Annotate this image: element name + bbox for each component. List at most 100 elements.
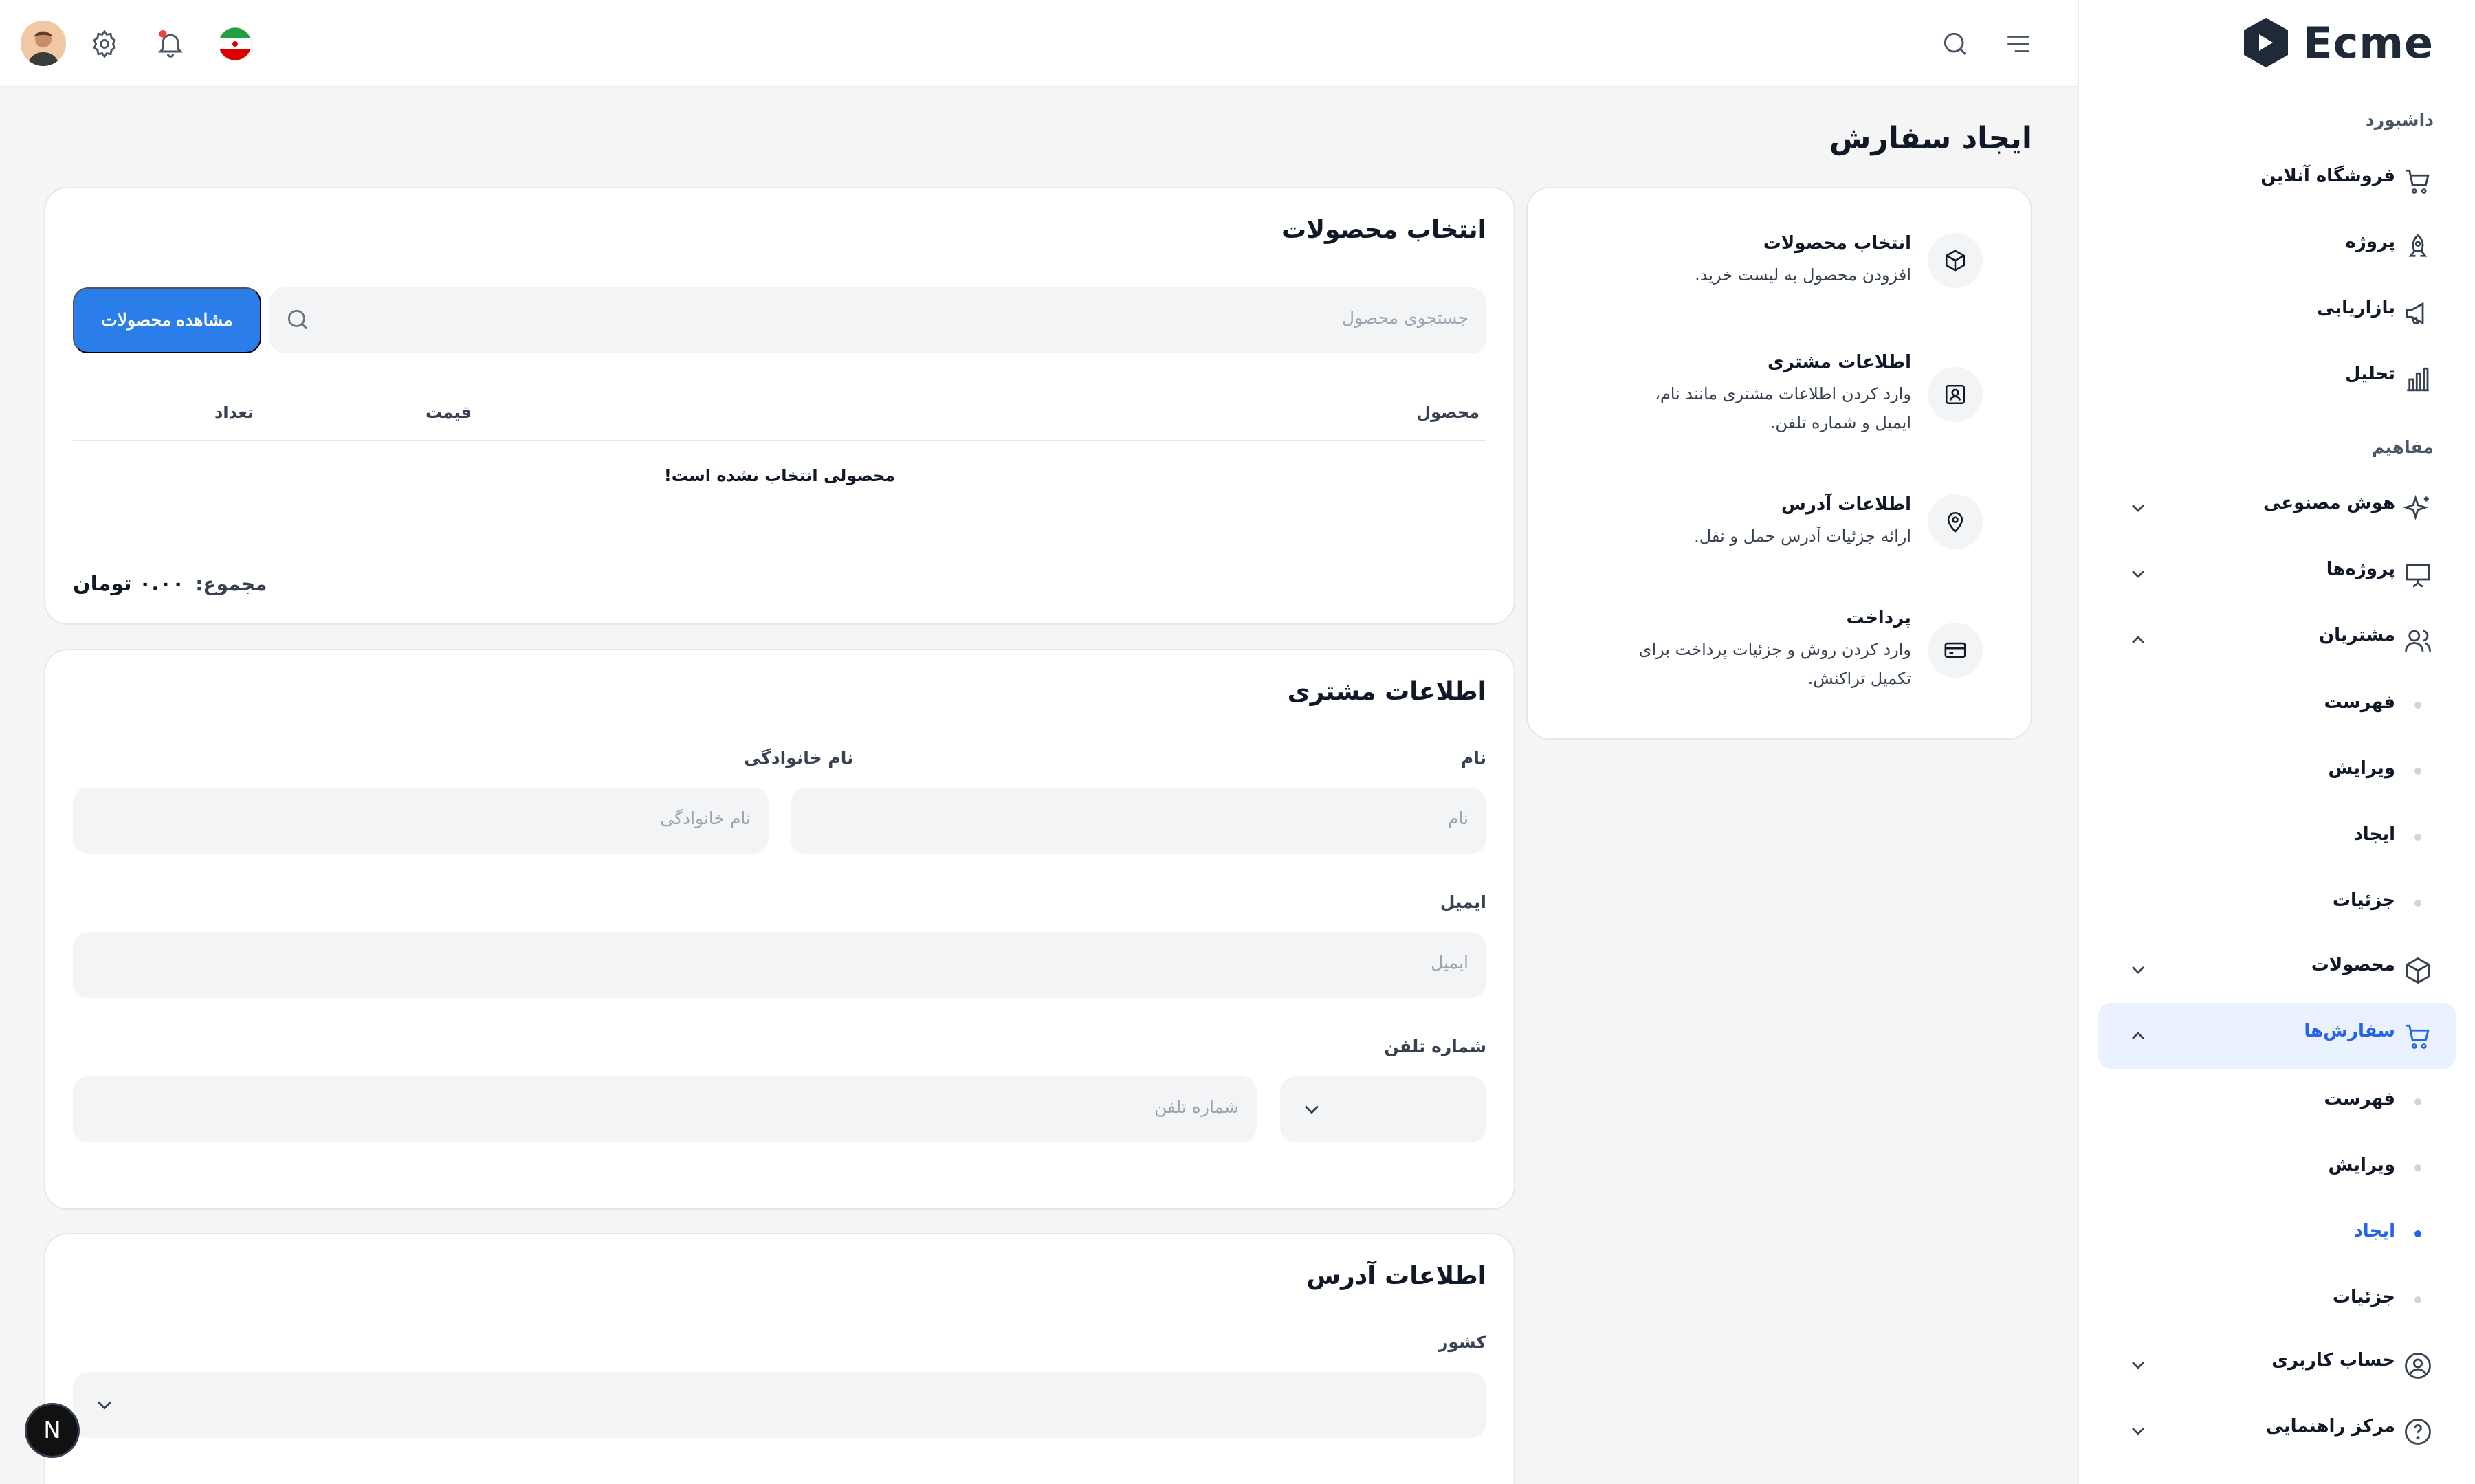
empty-products-message: محصولی انتخاب نشده است! xyxy=(663,466,896,485)
step-description: وارد کردن روش و جزئیات پرداخت برای تکمیل… xyxy=(1638,640,1911,688)
chevron-up-icon xyxy=(2132,636,2144,643)
bar-chart-icon xyxy=(2407,367,2429,392)
step-icon-circle xyxy=(1928,367,1983,422)
search-icon xyxy=(1944,32,1966,55)
sidebar-item-products[interactable]: محصولات xyxy=(2098,937,2456,1003)
users-icon xyxy=(2405,630,2431,652)
email-input[interactable]: ایمیل xyxy=(73,932,1486,998)
sidebar-item-label: تحلیل xyxy=(2345,364,2395,384)
sidebar-item-label: پروژه‌ها xyxy=(2326,559,2395,579)
sidebar-sub-orders-details[interactable]: جزئیات xyxy=(2098,1272,2456,1327)
card-title: اطلاعات مشتری xyxy=(1287,678,1486,706)
phone-label: شماره تلفن xyxy=(1384,1037,1486,1056)
table-header-price: قیمت xyxy=(426,403,472,422)
country-label: کشور xyxy=(1438,1332,1486,1352)
sidebar-item-account[interactable]: حساب کاربری xyxy=(2098,1332,2456,1398)
avatar-image xyxy=(21,21,66,66)
notifications-button[interactable] xyxy=(153,26,188,62)
app-logo-text: Ecme xyxy=(2303,17,2434,68)
sidebar-item-ai[interactable]: هوش مصنوعی xyxy=(2098,475,2456,541)
cart-icon xyxy=(2406,169,2430,194)
order-steps-card: انتخاب محصولات افزودن محصول به لیست خرید… xyxy=(1526,187,2032,740)
sidebar-sub-customers-create[interactable]: ایجاد xyxy=(2098,809,2456,864)
country-select[interactable] xyxy=(73,1372,1486,1438)
first-name-label: نام xyxy=(1460,748,1486,768)
sidebar-section-concepts: مفاهیم xyxy=(2371,437,2434,457)
sidebar-section-dashboard: داشبورد xyxy=(2365,110,2434,130)
framework-badge-button[interactable]: N xyxy=(25,1403,80,1458)
menu-toggle-button[interactable] xyxy=(2001,26,2036,62)
user-avatar[interactable] xyxy=(21,21,66,66)
bullet-dot xyxy=(2414,702,2421,709)
sidebar-item-label: فروشگاه آنلاین xyxy=(2260,166,2395,186)
iran-flag-icon xyxy=(218,27,252,61)
sidebar-sub-orders-list[interactable]: فهرست xyxy=(2098,1074,2456,1129)
gear-icon xyxy=(93,30,116,58)
total-value: ۰.۰۰ تومان xyxy=(73,572,185,596)
table-header-product: محصول xyxy=(1416,403,1480,422)
rocket-icon xyxy=(2408,234,2428,257)
sidebar-item-orders[interactable]: سفارش‌ها xyxy=(2098,1003,2456,1069)
email-placeholder: ایمیل xyxy=(1431,953,1468,973)
sidebar-item-project[interactable]: پروژه xyxy=(2098,214,2456,280)
sidebar-sub-customers-edit[interactable]: ویرایش xyxy=(2098,743,2456,798)
chevron-up-icon xyxy=(2132,1032,2144,1039)
sidebar-sub-orders-create[interactable]: ایجاد xyxy=(2098,1206,2456,1261)
step-icon-circle xyxy=(1928,233,1983,288)
phone-number-input[interactable]: شماره تلفن xyxy=(73,1076,1257,1142)
sidebar-item-label: بازاریابی xyxy=(2317,298,2395,318)
sidebar-item-label: مشتریان xyxy=(2318,625,2395,645)
language-selector[interactable] xyxy=(217,26,253,62)
sidebar-item-projects[interactable]: پروژه‌ها xyxy=(2098,541,2456,607)
bullet-dot xyxy=(2414,1164,2421,1171)
sidebar-sub-customers-details[interactable]: جزئیات xyxy=(2098,875,2456,930)
view-products-button[interactable]: مشاهده محصولات xyxy=(73,287,261,353)
sidebar-sub-label: ویرایش xyxy=(2328,758,2395,779)
step-title: انتخاب محصولات xyxy=(1763,233,1911,254)
chevron-down-icon xyxy=(2132,966,2144,974)
table-divider xyxy=(73,440,1486,441)
app-logo[interactable]: Ecme xyxy=(2238,15,2434,70)
product-search-input[interactable]: جستجوی محصول xyxy=(270,287,1486,353)
sidebar-sub-label: فهرست xyxy=(2324,692,2395,713)
first-name-placeholder: نام xyxy=(1447,808,1468,828)
bullet-dot xyxy=(2414,1230,2421,1237)
step-icon-circle xyxy=(1928,494,1983,549)
sidebar-item-label: سفارش‌ها xyxy=(2304,1021,2395,1041)
settings-button[interactable] xyxy=(87,26,122,62)
credit-card-icon xyxy=(1944,642,1966,658)
bullet-dot xyxy=(2414,900,2421,907)
table-header-quantity: تعداد xyxy=(214,403,254,422)
sidebar-sub-orders-edit[interactable]: ویرایش xyxy=(2098,1140,2456,1195)
last-name-label: نام خانوادگی xyxy=(744,748,854,768)
sidebar-item-marketing[interactable]: بازاریابی xyxy=(2098,280,2456,346)
map-pin-icon xyxy=(1947,511,1964,533)
sidebar-sub-label: ایجاد xyxy=(2353,824,2395,845)
card-title: اطلاعات آدرس xyxy=(1306,1262,1486,1290)
top-header xyxy=(0,0,2078,87)
sidebar-item-online-store[interactable]: فروشگاه آنلاین xyxy=(2098,148,2456,214)
step-title: اطلاعات مشتری xyxy=(1767,352,1911,373)
search-placeholder: جستجوی محصول xyxy=(1341,308,1468,328)
first-name-input[interactable]: نام xyxy=(791,788,1486,854)
sidebar-sub-label: ویرایش xyxy=(2328,1155,2395,1175)
page-title: ایجاد سفارش xyxy=(1829,121,2032,156)
sidebar-item-analytics[interactable]: تحلیل xyxy=(2098,346,2456,412)
sidebar-sub-label: جزئیات xyxy=(2332,890,2395,911)
last-name-input[interactable]: نام خانوادگی xyxy=(73,788,769,854)
search-button[interactable] xyxy=(1937,26,1973,62)
step-description: افزودن محصول به لیست خرید. xyxy=(1695,265,1911,285)
sparkle-icon xyxy=(2404,494,2429,520)
sidebar-item-label: محصولات xyxy=(2311,955,2395,975)
megaphone-icon xyxy=(2406,302,2424,325)
sidebar-item-label: مرکز راهنمایی xyxy=(2265,1416,2395,1437)
sidebar-item-label: پروژه xyxy=(2345,232,2395,252)
phone-country-code-select[interactable] xyxy=(1280,1076,1486,1142)
chevron-down-icon xyxy=(2132,1428,2144,1435)
user-circle-icon xyxy=(2405,1353,2431,1379)
sidebar-item-customers[interactable]: مشتریان xyxy=(2098,607,2456,673)
chevron-down-icon xyxy=(2132,1362,2144,1369)
last-name-placeholder: نام خانوادگی xyxy=(660,808,751,828)
sidebar-sub-customers-list[interactable]: فهرست xyxy=(2098,677,2456,732)
sidebar-item-help-center[interactable]: مرکز راهنمایی xyxy=(2098,1398,2456,1464)
